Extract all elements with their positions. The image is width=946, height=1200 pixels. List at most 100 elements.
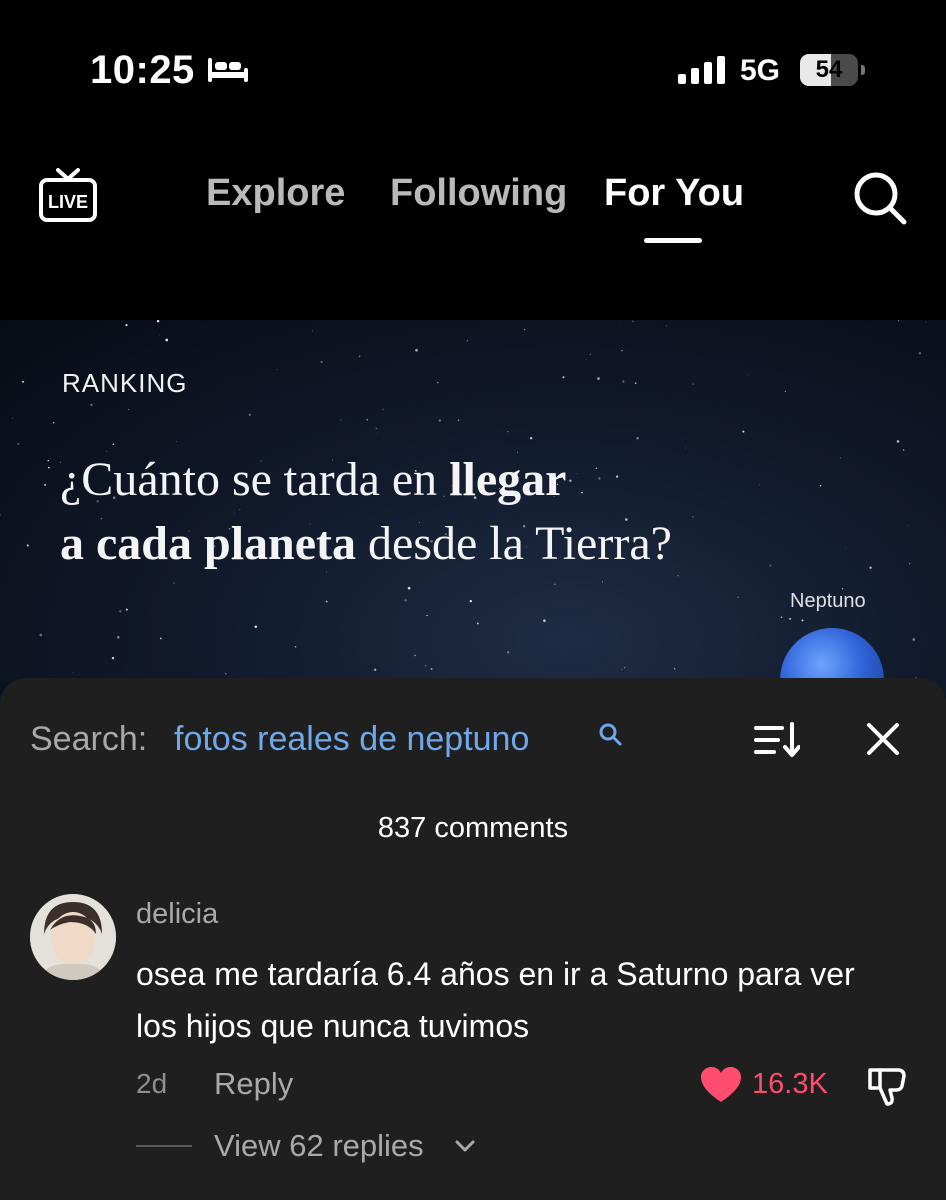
tab-for-you[interactable]: For You: [604, 172, 744, 215]
reply-button[interactable]: Reply: [214, 1066, 293, 1102]
star: [925, 321, 927, 323]
star: [529, 437, 533, 440]
star: [780, 616, 783, 619]
star: [325, 600, 328, 603]
star: [553, 583, 556, 586]
star: [869, 566, 872, 569]
star: [159, 334, 160, 336]
dislike-icon[interactable]: [866, 1064, 908, 1106]
star: [44, 483, 47, 486]
tab-explore[interactable]: Explore: [206, 172, 345, 215]
comment-timestamp: 2d: [136, 1068, 168, 1099]
live-tv-icon[interactable]: LIVE: [38, 166, 98, 224]
star: [276, 369, 278, 370]
comment-text: osea me tardaría 6.4 años en ir a Saturn…: [136, 956, 855, 1044]
star: [466, 340, 468, 342]
star: [621, 349, 623, 352]
close-icon[interactable]: [864, 720, 902, 758]
star: [476, 622, 479, 625]
star: [17, 442, 20, 445]
star: [375, 427, 378, 430]
star: [677, 575, 679, 577]
star: [407, 586, 411, 590]
svg-text:LIVE: LIVE: [48, 192, 88, 212]
star: [358, 355, 361, 358]
star: [457, 419, 460, 422]
star: [52, 421, 55, 424]
sort-icon[interactable]: [754, 720, 800, 760]
cellular-signal-icon: [678, 56, 725, 84]
star: [26, 544, 29, 547]
star: [737, 596, 739, 598]
star: [769, 564, 772, 567]
active-tab-indicator: [644, 238, 702, 243]
star: [382, 408, 384, 411]
star: [426, 614, 428, 617]
star: [119, 610, 122, 613]
star: [562, 376, 565, 379]
chevron-down-icon[interactable]: [454, 1138, 476, 1154]
star: [248, 413, 251, 416]
star: [320, 360, 323, 363]
like-count: 16.3K: [752, 1068, 828, 1100]
avatar[interactable]: [30, 894, 116, 980]
star: [312, 330, 314, 332]
star: [374, 668, 377, 671]
star: [845, 547, 847, 548]
star: [597, 377, 600, 380]
star: [589, 353, 592, 356]
heart-icon[interactable]: [700, 1066, 742, 1104]
star: [585, 359, 587, 361]
search-suggestion-link[interactable]: fotos reales de neptuno: [174, 720, 529, 759]
video-player[interactable]: RANKING ¿Cuánto se tarda en llegar a cad…: [0, 320, 946, 720]
star: [523, 328, 526, 331]
comment-count: 837 comments: [377, 812, 569, 844]
battery-percent: 54: [815, 56, 843, 83]
star: [165, 338, 169, 342]
star: [22, 380, 25, 383]
star: [175, 441, 177, 442]
star: [621, 669, 623, 671]
star: [415, 348, 418, 352]
planet-label: Neptuno: [790, 590, 866, 612]
star: [634, 382, 637, 385]
battery-cap: [861, 65, 865, 75]
star: [784, 390, 787, 393]
search-icon[interactable]: [598, 722, 624, 748]
star: [507, 430, 509, 433]
star: [0, 514, 1, 516]
star: [618, 322, 620, 324]
tab-following[interactable]: Following: [390, 172, 567, 215]
comment-username[interactable]: delicia: [136, 898, 218, 931]
video-headline: ¿Cuánto se tarda en llegar a cada planet…: [60, 448, 672, 576]
star: [375, 433, 377, 434]
search-suggestion-prefix: Search:: [30, 720, 148, 758]
star: [90, 403, 93, 407]
star: [742, 430, 745, 433]
star: [674, 668, 676, 670]
search-icon[interactable]: [852, 170, 908, 226]
star: [366, 419, 368, 421]
star: [506, 651, 510, 654]
star: [112, 443, 115, 446]
star: [39, 633, 43, 637]
bed-icon: [208, 58, 248, 82]
network-type: 5G: [740, 54, 781, 87]
star: [117, 636, 120, 639]
star: [224, 672, 227, 675]
headline-part-bold: llegar: [449, 453, 567, 506]
view-replies-button[interactable]: View 62 replies: [214, 1128, 424, 1164]
replies-divider: [136, 1145, 192, 1147]
star: [12, 417, 14, 419]
star: [469, 599, 472, 603]
star: [898, 320, 900, 322]
star: [747, 374, 749, 376]
star: [909, 563, 911, 565]
star: [125, 608, 128, 611]
star: [632, 320, 634, 322]
star: [692, 516, 694, 518]
star: [430, 667, 433, 670]
star: [666, 325, 667, 327]
star: [125, 323, 128, 327]
star: [624, 667, 626, 669]
